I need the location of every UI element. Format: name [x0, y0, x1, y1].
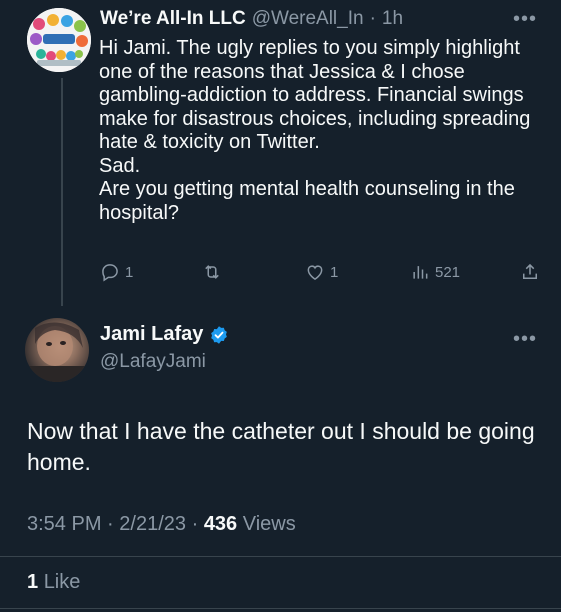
reply-header: We’re All-In LLC @WereAll_In · 1h [100, 8, 403, 34]
views-count: 521 [435, 263, 461, 281]
tweet-date[interactable]: 2/21/23 [119, 513, 186, 535]
views-button[interactable]: 521 [410, 260, 460, 284]
verified-badge-icon [211, 325, 228, 344]
separator-dot: · [107, 513, 114, 535]
speech-bubbles-logo-icon [27, 8, 91, 72]
reply-text-line: Are you getting mental health counseling… [99, 178, 515, 224]
reply-text-line: Sad. [99, 154, 141, 177]
retweet-button[interactable] [202, 260, 227, 284]
reply-text-line: Hi Jami. The ugly replies to you simply … [99, 37, 531, 153]
display-name[interactable]: Jami Lafay [100, 323, 203, 346]
heart-icon [307, 265, 323, 280]
separator-dot: · [191, 513, 199, 535]
tweet-thread: We’re All-In LLC @WereAll_In · 1h ••• Hi… [0, 0, 561, 612]
likes-count: 1 [27, 571, 39, 593]
like-button[interactable]: 1 [305, 260, 338, 284]
retweet-icon [205, 265, 219, 279]
divider [0, 556, 561, 557]
divider [0, 608, 561, 609]
timestamp[interactable]: 1h [382, 8, 403, 30]
likes-label: Like [43, 571, 81, 593]
profile-photo [25, 322, 89, 382]
more-options-icon[interactable]: ••• [513, 329, 537, 349]
tweet-time[interactable]: 3:54 PM [27, 513, 101, 535]
views-count: 436 [203, 513, 238, 535]
likes-summary[interactable]: 1 Like [27, 571, 80, 594]
avatar[interactable] [27, 8, 91, 72]
share-icon [523, 263, 537, 279]
tweet-text: Now that I have the catheter out I shoul… [27, 418, 535, 475]
display-name[interactable]: We’re All-In LLC [100, 8, 246, 30]
reply-count: 1 [125, 263, 134, 281]
reply-text: Hi Jami. The ugly replies to you simply … [99, 37, 549, 225]
separator-dot: · [369, 8, 376, 29]
tweet-timestamp: 3:54 PM · 2/21/23 · 436 Views [27, 513, 296, 536]
avatar[interactable] [25, 318, 89, 382]
handle[interactable]: @WereAll_In [252, 8, 364, 30]
analytics-bars-icon [413, 266, 428, 279]
reply-icon [102, 264, 118, 282]
views-label: Views [242, 513, 296, 535]
more-options-icon[interactable]: ••• [513, 9, 537, 29]
reply-button[interactable]: 1 [100, 260, 133, 284]
like-count: 1 [330, 263, 339, 281]
share-button[interactable] [520, 260, 540, 284]
action-bar: 1 1 521 [100, 260, 545, 284]
handle[interactable]: @LafayJami [100, 351, 206, 373]
tweet-author: Jami Lafay [100, 323, 229, 346]
thread-connector-line [61, 78, 63, 306]
